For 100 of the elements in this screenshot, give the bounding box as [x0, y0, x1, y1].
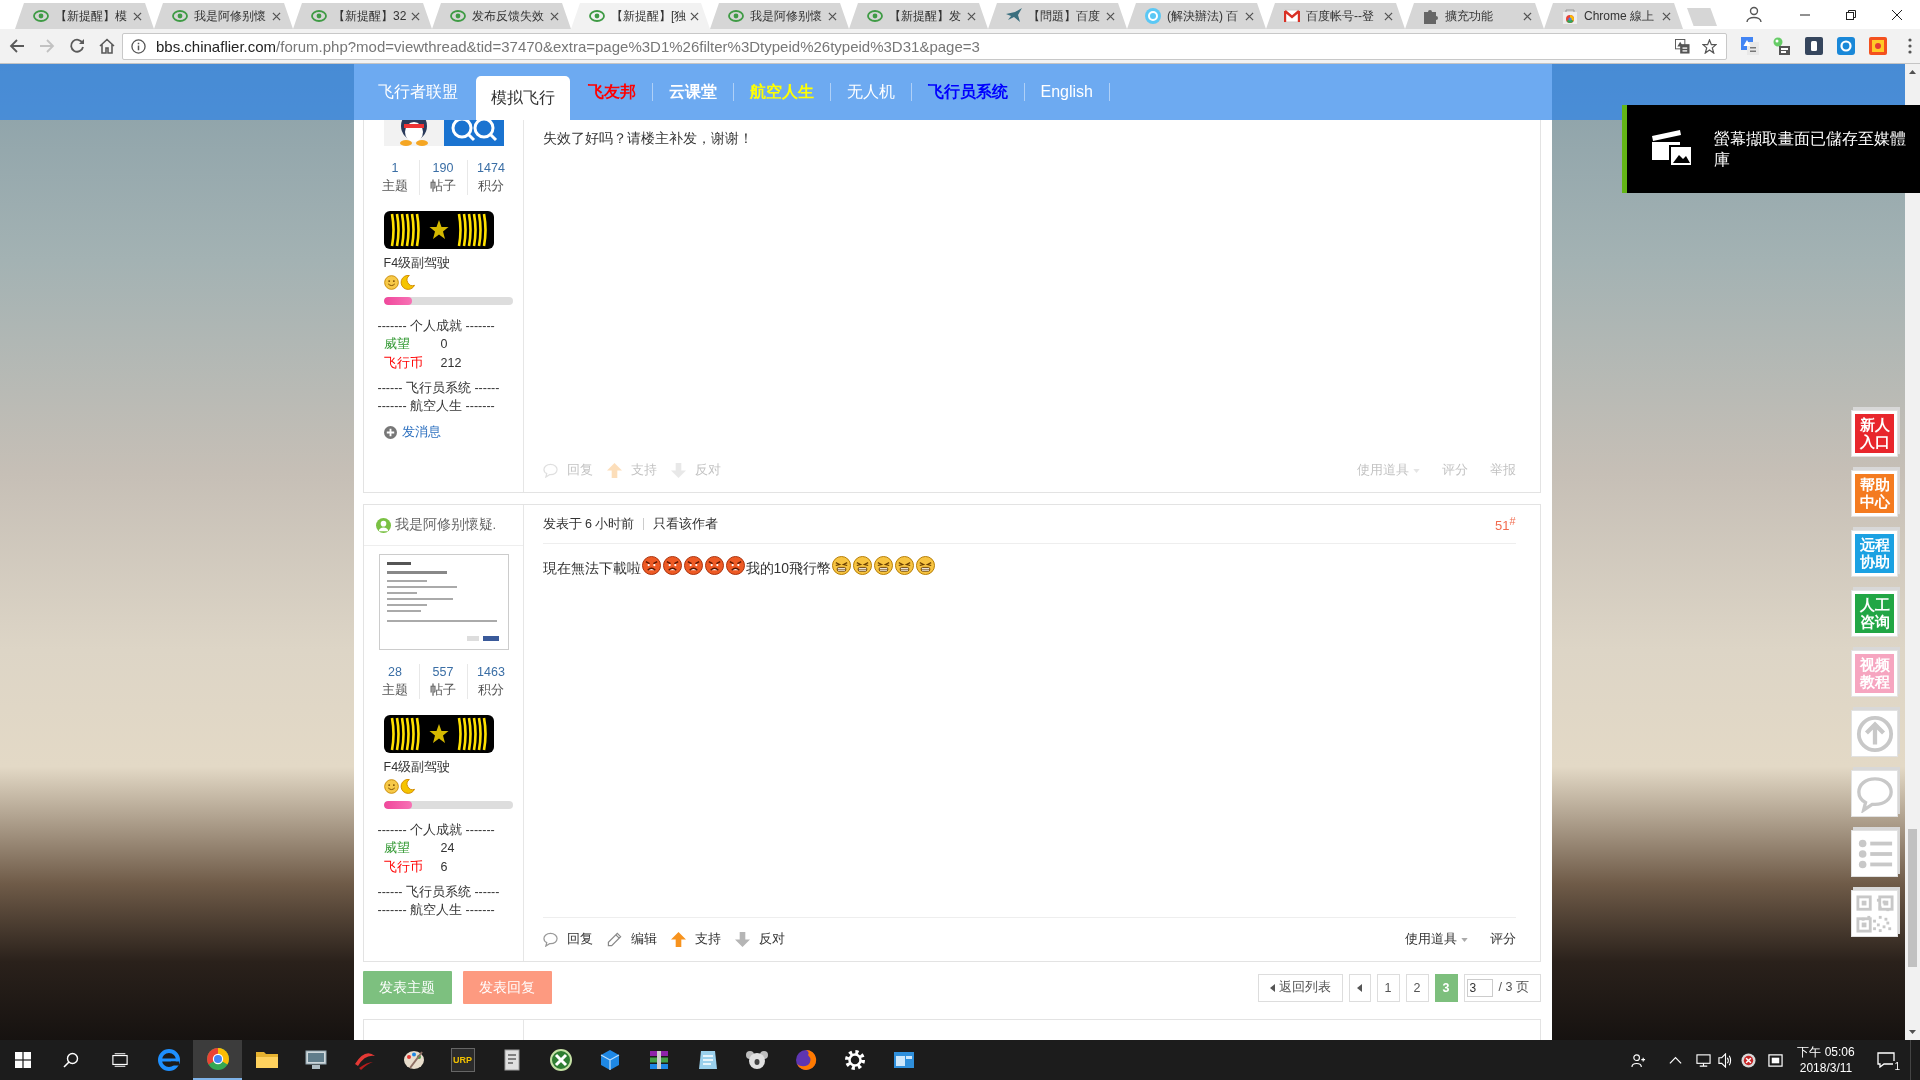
browser-tab[interactable]: 我是阿修别懷 — [154, 3, 293, 29]
author-name[interactable]: 我是阿修别懷疑. — [394, 516, 497, 534]
extension-icon[interactable] — [1805, 37, 1823, 55]
stat-count[interactable]: 28 — [388, 664, 402, 681]
puzzle-icon — [1423, 8, 1439, 24]
insignia-icon — [383, 211, 494, 249]
tired-face-icon — [916, 555, 936, 575]
smiley-icon — [383, 779, 399, 794]
taskbar-button[interactable]: URP — [438, 1040, 487, 1080]
page-input[interactable]: 3 — [1466, 978, 1493, 997]
browser-icon — [156, 1048, 181, 1072]
tools-menu[interactable]: 使用道具 — [1404, 931, 1468, 948]
browser-tab[interactable]: 百度帐号--登 — [1266, 3, 1405, 29]
home-icon[interactable] — [99, 38, 115, 54]
credit-value: 24 — [440, 840, 455, 857]
side-toolbar-button[interactable]: 新人入口 — [1851, 410, 1898, 457]
start-icon[interactable] — [15, 1052, 31, 1068]
page-button[interactable]: 1 — [1376, 973, 1400, 1002]
back-icon[interactable] — [9, 38, 25, 54]
credit-value: 6 — [440, 859, 448, 876]
url-text: bbs.chinaflier.com/forum.php?mod=viewthread&tid=37470&extra=page%3D1%26filter%3Dtypeid%26typeid%3D31&page=3 — [156, 37, 980, 55]
rate-link[interactable]: 评分 — [1489, 931, 1516, 948]
page-button[interactable]: 2 — [1405, 973, 1429, 1002]
people-icon[interactable] — [1630, 1052, 1646, 1068]
credit-label: 威望 — [383, 840, 411, 857]
browser-tab[interactable]: Chrome 線上 — [1544, 3, 1683, 29]
clock-date[interactable]: 2018/3/11 — [1799, 1060, 1853, 1076]
browser-icon — [205, 1047, 230, 1071]
reload-icon[interactable] — [69, 38, 85, 54]
oppose-button[interactable]: 反对 — [734, 931, 785, 948]
stat-count[interactable]: 190 — [432, 160, 454, 177]
stat-count[interactable]: 1463 — [477, 664, 505, 681]
reply-button[interactable]: 回复 — [542, 931, 593, 948]
insignia-icon — [383, 715, 494, 753]
clock-time[interactable]: 下午 05:06 — [1797, 1044, 1855, 1060]
angry-face-icon — [662, 555, 682, 575]
network-icon[interactable] — [1695, 1052, 1711, 1068]
angry-face-icon — [683, 555, 703, 575]
nav-tab[interactable]: 模拟飞行 — [475, 76, 570, 120]
info-icon[interactable] — [131, 38, 146, 54]
bag-icon — [1562, 8, 1578, 24]
rank-title: F4级副驾驶 — [383, 255, 451, 271]
browser-tab[interactable]: (解決辦法) 百 — [1127, 3, 1266, 29]
translate-icon[interactable] — [1741, 37, 1759, 55]
author-only-link[interactable]: 只看该作者 — [653, 515, 719, 533]
taskbar-button[interactable] — [193, 1040, 242, 1080]
translate-icon[interactable] — [1675, 38, 1690, 54]
down-arrow-icon — [734, 932, 750, 947]
browser-tab[interactable]: 擴充功能 — [1405, 3, 1544, 29]
browser-tab[interactable]: 【新提醒】模 — [15, 3, 154, 29]
stat-count[interactable]: 1474 — [477, 160, 505, 177]
scrollbar[interactable] — [1905, 64, 1920, 1040]
circle-icon — [1145, 8, 1161, 24]
floor-number[interactable]: 51$^{#}$ — [1495, 514, 1516, 534]
browser-tab[interactable]: 我是阿修别懷 — [710, 3, 849, 29]
nav-tab[interactable]: 飞行员系统 — [911, 82, 1024, 102]
section-heading: ------- 个人成就 ------- — [377, 822, 495, 839]
circle-cross-icon[interactable] — [1740, 1052, 1756, 1068]
stat-count[interactable]: 1 — [391, 160, 399, 177]
search-icon[interactable] — [62, 1052, 79, 1068]
caret-icon — [1269, 983, 1275, 992]
browser-tab[interactable]: 【問題】百度 — [988, 3, 1127, 29]
script-icon[interactable] — [1773, 37, 1791, 55]
section-heading: ------ 飞行员系统 ------ — [377, 380, 500, 397]
window-icon[interactable] — [1767, 1052, 1783, 1068]
star-icon[interactable] — [1702, 38, 1717, 54]
stat-label: 积分 — [478, 682, 504, 699]
browser-tab[interactable]: 【新提醒】[独 — [571, 3, 710, 29]
browser-tab[interactable]: 【新提醒】32 — [293, 3, 432, 29]
browser-tab[interactable]: 发布反馈失效 — [432, 3, 571, 29]
notification-toast[interactable]: 螢幕擷取畫面已儲存至媒體庫 — [1622, 105, 1920, 193]
swirl-icon — [589, 8, 605, 24]
comment-icon — [542, 932, 558, 947]
stat-count[interactable]: 557 — [432, 664, 454, 681]
comment-icon — [542, 463, 558, 478]
bird-icon — [1006, 8, 1022, 24]
stat-label: 帖子 — [430, 178, 456, 195]
tired-face-icon — [874, 555, 894, 575]
address-bar[interactable]: bbs.chinaflier.com/forum.php?mod=viewthread&tid=37470&extra=page%3D1%26filter%3Dtypeid%26typeid%3D31&page=3 — [122, 32, 1727, 60]
close-icon[interactable] — [1892, 9, 1902, 20]
swirl-icon — [450, 8, 466, 24]
back-to-list-button[interactable]: 返回列表 — [1257, 973, 1343, 1002]
scrollbar-thumb[interactable] — [1908, 829, 1917, 967]
up-arrow-icon — [606, 463, 622, 478]
browser-tab[interactable]: 【新提醒】发 — [849, 3, 988, 29]
smiley-icon — [383, 275, 399, 290]
send-message-link[interactable]: 发消息 — [383, 423, 441, 441]
notification-icon[interactable] — [1877, 1052, 1895, 1068]
previous-page-button[interactable] — [1348, 973, 1371, 1002]
restore-icon[interactable] — [1846, 9, 1856, 20]
support-button[interactable]: 支持 — [670, 931, 721, 948]
close-icon[interactable] — [690, 11, 700, 21]
task-view-icon[interactable] — [111, 1052, 128, 1068]
volume-icon[interactable] — [1717, 1052, 1733, 1068]
profile-icon[interactable] — [1746, 6, 1762, 22]
credit-value: 0 — [440, 336, 448, 353]
envelope-icon — [1284, 8, 1300, 24]
edit-button[interactable]: 编辑 — [606, 931, 657, 948]
page-total: / 3 页 — [1498, 979, 1529, 996]
side-toolbar-button[interactable]: 人工咨询 — [1851, 590, 1898, 637]
